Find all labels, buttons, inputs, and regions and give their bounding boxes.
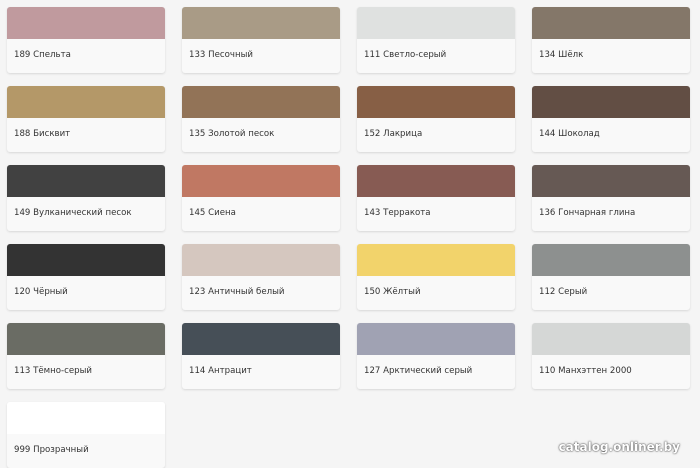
color-label: 135 Золотой песок — [189, 129, 275, 139]
color-label: 120 Чёрный — [14, 287, 68, 297]
color-label: 133 Песочный — [189, 50, 253, 60]
color-swatch — [182, 165, 340, 197]
color-swatch — [532, 165, 690, 197]
color-card[interactable]: 127 Арктический серый — [357, 323, 515, 389]
color-swatch — [182, 244, 340, 276]
color-card[interactable]: 112 Серый — [532, 244, 690, 310]
color-swatch — [357, 86, 515, 118]
color-label: 127 Арктический серый — [364, 366, 473, 376]
color-label: 143 Терракота — [364, 208, 431, 218]
color-swatch — [7, 323, 165, 355]
color-swatch — [357, 165, 515, 197]
color-label: 145 Сиена — [189, 208, 236, 218]
color-label: 111 Светло-серый — [364, 50, 447, 60]
color-card[interactable]: 152 Лакрица — [357, 86, 515, 152]
color-label: 999 Прозрачный — [14, 445, 89, 455]
color-swatch — [182, 7, 340, 39]
color-swatch — [357, 323, 515, 355]
color-label: 112 Серый — [539, 287, 588, 297]
color-card[interactable]: 189 Спельта — [7, 7, 165, 73]
color-label: 188 Бисквит — [14, 129, 71, 139]
color-card[interactable]: 143 Терракота — [357, 165, 515, 231]
color-label: 189 Спельта — [14, 50, 71, 60]
color-swatch — [7, 402, 165, 434]
color-card[interactable]: 113 Тёмно-серый — [7, 323, 165, 389]
color-swatch — [7, 165, 165, 197]
color-swatch — [532, 86, 690, 118]
color-swatch — [7, 86, 165, 118]
color-card[interactable]: 144 Шоколад — [532, 86, 690, 152]
color-label: 150 Жёлтый — [364, 287, 421, 297]
color-label: 113 Тёмно-серый — [14, 366, 92, 376]
color-swatch-grid: 999 Прозрачный 110 Манхэттен 2000 127 Аркт… — [0, 0, 700, 468]
color-swatch — [7, 244, 165, 276]
color-card[interactable]: 149 Вулканический песок — [7, 165, 165, 231]
color-card[interactable]: 123 Античный белый — [182, 244, 340, 310]
color-label: 152 Лакрица — [364, 129, 423, 139]
color-card[interactable]: 135 Золотой песок — [182, 86, 340, 152]
color-card[interactable]: 188 Бисквит — [7, 86, 165, 152]
color-swatch — [182, 323, 340, 355]
color-swatch — [7, 7, 165, 39]
color-swatch — [532, 244, 690, 276]
color-card[interactable]: 114 Антрацит — [182, 323, 340, 389]
color-label: 144 Шоколад — [539, 129, 600, 139]
color-swatch — [182, 86, 340, 118]
color-swatch — [532, 323, 690, 355]
color-card[interactable]: 145 Сиена — [182, 165, 340, 231]
watermark: catalog.onliner.by — [558, 440, 680, 454]
color-swatch — [357, 244, 515, 276]
color-card[interactable]: 136 Гончарная глина — [532, 165, 690, 231]
color-swatch — [357, 7, 515, 39]
color-swatch — [532, 7, 690, 39]
color-card[interactable]: 150 Жёлтый — [357, 244, 515, 310]
color-label: 149 Вулканический песок — [14, 208, 132, 218]
color-card[interactable]: 133 Песочный — [182, 7, 340, 73]
color-card[interactable]: 120 Чёрный — [7, 244, 165, 310]
color-label: 110 Манхэттен 2000 — [539, 366, 632, 376]
color-label: 123 Античный белый — [189, 287, 285, 297]
color-label: 136 Гончарная глина — [539, 208, 636, 218]
color-label: 134 Шёлк — [539, 50, 584, 60]
color-card[interactable]: 111 Светло-серый — [357, 7, 515, 73]
color-label: 114 Антрацит — [189, 366, 252, 376]
color-card[interactable]: 134 Шёлк — [532, 7, 690, 73]
color-card[interactable]: 110 Манхэттен 2000 — [532, 323, 690, 389]
color-card[interactable]: 999 Прозрачный — [7, 402, 165, 468]
